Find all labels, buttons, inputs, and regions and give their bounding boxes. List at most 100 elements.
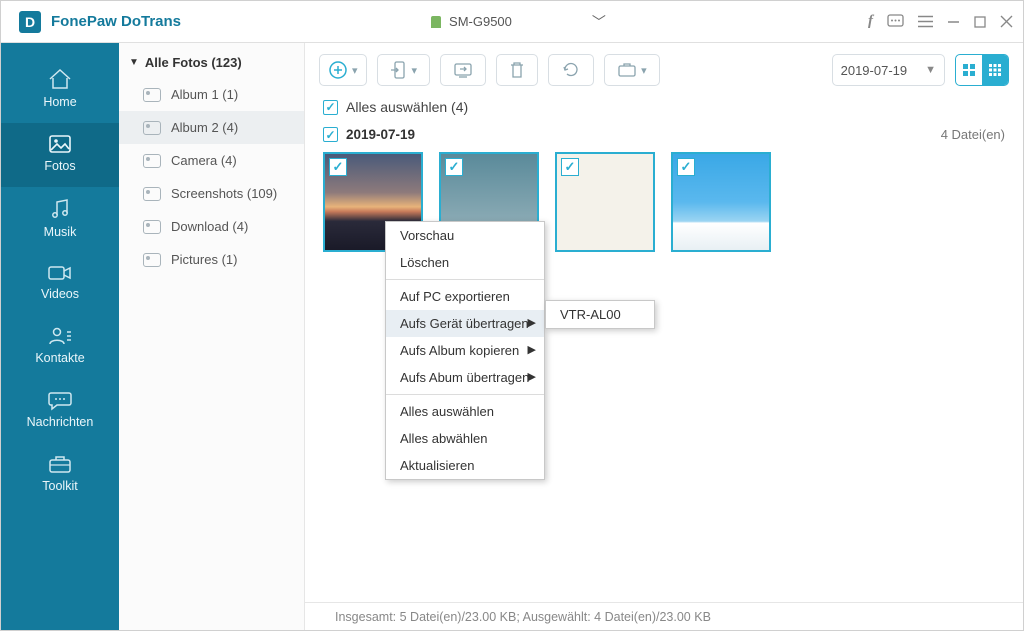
menu-item-copy-album[interactable]: Aufs Album kopieren▶ bbox=[386, 337, 544, 364]
delete-button[interactable] bbox=[496, 54, 538, 86]
nav-label: Fotos bbox=[44, 159, 75, 173]
album-label: Album 2 (4) bbox=[171, 120, 238, 135]
album-label: Pictures (1) bbox=[171, 252, 237, 267]
nav-kontakte[interactable]: Kontakte bbox=[1, 315, 119, 379]
context-submenu: VTR-AL00 bbox=[545, 300, 655, 329]
submenu-item-device[interactable]: VTR-AL00 bbox=[546, 301, 654, 328]
group-file-count: 4 Datei(en) bbox=[941, 127, 1005, 142]
album-item[interactable]: Album 1 (1) bbox=[119, 78, 304, 111]
feedback-icon[interactable] bbox=[887, 14, 904, 30]
albums-header-label: Alle Fotos (123) bbox=[145, 55, 242, 70]
android-icon bbox=[431, 16, 441, 28]
picture-icon bbox=[143, 220, 161, 234]
menu-item-delete[interactable]: Löschen bbox=[386, 249, 544, 276]
app-logo-icon: D bbox=[19, 11, 41, 33]
thumbnail-checkbox[interactable] bbox=[445, 158, 463, 176]
picture-icon bbox=[143, 154, 161, 168]
date-group-header: 2019-07-19 4 Datei(en) bbox=[305, 123, 1023, 152]
export-to-device-button[interactable]: ▾ bbox=[377, 54, 431, 86]
app-title: FonePaw DoTrans bbox=[51, 13, 181, 30]
view-toggle bbox=[955, 54, 1009, 86]
maximize-button[interactable] bbox=[974, 16, 986, 28]
main-content: ▾ ▾ ▾ bbox=[305, 43, 1023, 630]
picture-icon bbox=[143, 187, 161, 201]
minimize-button[interactable] bbox=[947, 15, 960, 28]
chevron-down-icon: ﹀ bbox=[592, 12, 606, 32]
view-grid-small-button[interactable] bbox=[982, 55, 1008, 85]
picture-icon bbox=[143, 253, 161, 267]
nav-label: Nachrichten bbox=[27, 415, 94, 429]
select-all-label: Alles auswählen (4) bbox=[346, 99, 468, 115]
album-label: Download (4) bbox=[171, 219, 248, 234]
menu-item-export-pc[interactable]: Auf PC exportieren bbox=[386, 283, 544, 310]
close-button[interactable] bbox=[1000, 15, 1013, 28]
nav-nachrichten[interactable]: Nachrichten bbox=[1, 379, 119, 443]
context-menu: Vorschau Löschen Auf PC exportieren Aufs… bbox=[385, 221, 545, 480]
nav-toolkit[interactable]: Toolkit bbox=[1, 443, 119, 507]
status-text: Insgesamt: 5 Datei(en)/23.00 KB; Ausgewä… bbox=[335, 610, 711, 624]
thumbnail-checkbox[interactable] bbox=[329, 158, 347, 176]
menu-item-deselect-all[interactable]: Alles abwählen bbox=[386, 425, 544, 452]
picture-icon bbox=[143, 88, 161, 102]
album-item[interactable]: Download (4) bbox=[119, 210, 304, 243]
refresh-button[interactable] bbox=[548, 54, 594, 86]
album-item[interactable]: Album 2 (4) bbox=[119, 111, 304, 144]
toolbar: ▾ ▾ ▾ bbox=[305, 43, 1023, 97]
photo-thumbnail[interactable] bbox=[671, 152, 771, 252]
nav-home[interactable]: Home bbox=[1, 57, 119, 123]
menu-item-label: Aufs Gerät übertragen bbox=[400, 316, 529, 331]
titlebar: D FonePaw DoTrans SM-G9500 ﹀ f bbox=[1, 1, 1023, 43]
nav-label: Toolkit bbox=[42, 479, 77, 493]
export-to-pc-button[interactable] bbox=[440, 54, 486, 86]
chevron-down-icon: ▾ bbox=[412, 64, 418, 77]
nav-label: Kontakte bbox=[35, 351, 84, 365]
nav-label: Musik bbox=[44, 225, 77, 239]
add-button[interactable]: ▾ bbox=[319, 54, 367, 86]
menu-item-label: Aufs Abum übertragen bbox=[400, 370, 529, 385]
thumbnail-checkbox[interactable] bbox=[561, 158, 579, 176]
album-sidebar: ▼ Alle Fotos (123) Album 1 (1) Album 2 (… bbox=[119, 43, 305, 630]
menu-item-refresh[interactable]: Aktualisieren bbox=[386, 452, 544, 479]
main-nav: Home Fotos Musik Videos Kontakte Nachric… bbox=[1, 43, 119, 630]
nav-videos[interactable]: Videos bbox=[1, 253, 119, 315]
album-item[interactable]: Pictures (1) bbox=[119, 243, 304, 276]
view-grid-large-button[interactable] bbox=[956, 55, 982, 85]
menu-separator bbox=[386, 394, 544, 395]
group-date-label: 2019-07-19 bbox=[346, 127, 415, 142]
nav-label: Videos bbox=[41, 287, 79, 301]
album-label: Camera (4) bbox=[171, 153, 237, 168]
menu-item-select-all[interactable]: Alles auswählen bbox=[386, 398, 544, 425]
albums-header[interactable]: ▼ Alle Fotos (123) bbox=[119, 47, 304, 78]
checkbox-icon[interactable] bbox=[323, 127, 338, 142]
menu-separator bbox=[386, 279, 544, 280]
chevron-down-icon: ▼ bbox=[925, 64, 936, 76]
photo-thumbnail[interactable] bbox=[555, 152, 655, 252]
menu-item-move-album[interactable]: Aufs Abum übertragen▶ bbox=[386, 364, 544, 391]
album-label: Album 1 (1) bbox=[171, 87, 238, 102]
device-name: SM-G9500 bbox=[449, 14, 512, 29]
date-filter-value: 2019-07-19 bbox=[841, 63, 908, 78]
facebook-icon[interactable]: f bbox=[868, 13, 873, 30]
submenu-arrow-icon: ▶ bbox=[528, 343, 536, 356]
triangle-down-icon: ▼ bbox=[129, 57, 139, 68]
checkbox-icon[interactable] bbox=[323, 100, 338, 115]
nav-fotos[interactable]: Fotos bbox=[1, 123, 119, 187]
menu-item-transfer-device[interactable]: Aufs Gerät übertragen▶ bbox=[386, 310, 544, 337]
window-controls: f bbox=[868, 13, 1013, 30]
nav-musik[interactable]: Musik bbox=[1, 187, 119, 253]
device-selector[interactable]: SM-G9500 ﹀ bbox=[431, 12, 606, 32]
menu-icon[interactable] bbox=[918, 15, 933, 28]
thumbnail-checkbox[interactable] bbox=[677, 158, 695, 176]
submenu-arrow-icon: ▶ bbox=[528, 370, 536, 383]
album-label: Screenshots (109) bbox=[171, 186, 277, 201]
picture-icon bbox=[143, 121, 161, 135]
album-item[interactable]: Screenshots (109) bbox=[119, 177, 304, 210]
menu-item-preview[interactable]: Vorschau bbox=[386, 222, 544, 249]
app-window: D FonePaw DoTrans SM-G9500 ﹀ f bbox=[0, 0, 1024, 631]
date-filter[interactable]: 2019-07-19 ▼ bbox=[832, 54, 945, 86]
select-all-row[interactable]: Alles auswählen (4) bbox=[305, 97, 1023, 123]
album-item[interactable]: Camera (4) bbox=[119, 144, 304, 177]
nav-label: Home bbox=[43, 95, 76, 109]
toolbox-button[interactable]: ▾ bbox=[604, 54, 660, 86]
chevron-down-icon: ▾ bbox=[352, 64, 358, 77]
